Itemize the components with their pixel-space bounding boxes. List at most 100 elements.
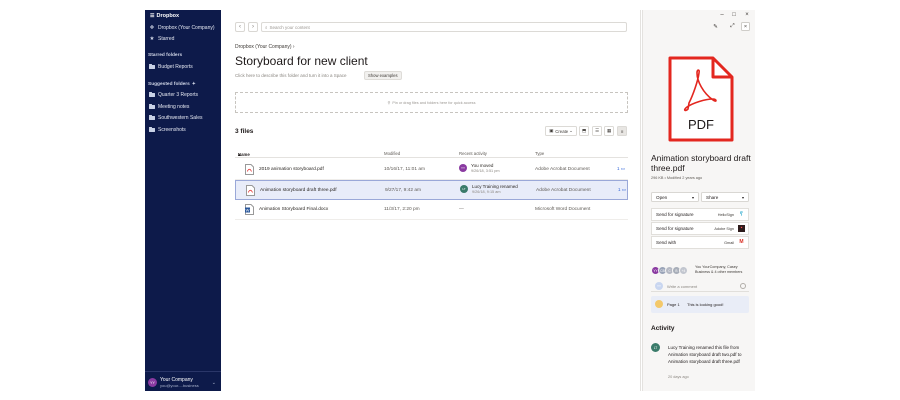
table-row-selected[interactable]: Animation storyboard draft three.pdf 9/2… [235,180,628,200]
folder-icon [149,126,155,133]
avatar: LT [651,343,660,352]
adobe-sign-icon: ▪ [738,225,745,232]
comment-input[interactable]: YY Write a comment [651,281,749,292]
upload-icon: ⬒ [581,128,587,133]
activity-time: 20 days ago [668,375,689,379]
table-header: Name ▴ Modified Recent activity Type [235,150,628,158]
comment-count[interactable]: 1 ▭ [618,187,626,193]
folder-icon [149,91,155,98]
sidebar-item-quarter-3-reports[interactable]: Quarter 3 Reports [149,91,199,98]
account-switcher[interactable]: YY Your Company you@your-...business ⌄ [145,371,221,391]
sidebar-item-label: Quarter 3 Reports [158,92,199,98]
create-button[interactable]: ▣ Create ⌄ [545,126,577,136]
activity-text: Lucy Training renamed [472,184,518,189]
sidebar-item-starred[interactable]: ★ Starred [149,36,175,42]
share-label: Share [706,194,719,200]
sidebar-item-southwestern-sales[interactable]: Southwestern Sales [149,114,202,121]
chevron-down-icon: ▾ [741,195,744,200]
comment-icon: ▭ [620,166,626,171]
list-view-button[interactable]: ☰ [592,126,602,136]
page-title: Storyboard for new client [235,54,368,68]
emoji-icon[interactable] [740,283,746,289]
show-examples-button[interactable]: Show examples [364,71,402,80]
column-type[interactable]: Type [535,151,544,156]
hellosign-icon: Ⲋ [740,211,743,217]
search-input[interactable]: ⌕ Search your content [261,22,627,32]
comment-count[interactable]: 1 ▭ [617,166,625,172]
grid-view-button[interactable]: ▦ [604,126,614,136]
adobe-sign-action[interactable]: Send for signature Adobe Sign ▪ [651,222,749,235]
dropbox-icon: ❖ [149,25,155,31]
avatar [655,300,663,308]
share-dropdown[interactable]: Share ▾ [701,192,749,202]
dropzone-text: Pin or drag files and folders here for q… [392,100,476,105]
minimize-icon[interactable]: – [717,12,727,18]
files-count: 3 files [235,128,254,135]
sidebar-item-label: Dropbox (Your Company) [158,25,215,31]
file-name[interactable]: 2019 animation storyboard.pdf [259,167,324,172]
suggested-folders-heading: Suggested folders ✦ [148,81,196,87]
forward-button[interactable]: › [248,22,258,32]
sidebar-item-meeting-notes[interactable]: Meeting notes [149,103,190,110]
open-dropdown[interactable]: Open ▾ [651,192,699,202]
pin-icon: ⚲ [387,101,391,105]
comment-page: Page 1 [667,302,680,307]
activity-text: Lucy Training renamed this file from Ani… [668,345,742,364]
service-label: Adobe Sign [714,226,734,231]
pin-icon: ✎ [713,23,718,30]
file-meta: 296 KB • Modified 2 years ago [651,176,703,180]
details-view-button[interactable]: ≡ [617,126,627,136]
sidebar-item-dropbox[interactable]: ❖ Dropbox (Your Company) [149,25,215,31]
back-button[interactable]: ‹ [235,22,245,32]
folder-icon [149,114,155,121]
avatar: YY [655,282,663,290]
breadcrumb[interactable]: Dropbox (Your Company) › [235,44,295,50]
column-modified[interactable]: Modified [384,151,400,156]
sidebar-item-budget-reports[interactable]: Budget Reports [149,63,193,70]
gmail-icon: M [739,239,744,245]
breadcrumb-item[interactable]: Dropbox (Your Company) [235,44,292,50]
sort-up-icon: ▴ [238,152,241,157]
pdf-preview-icon: PDF [668,56,734,142]
chevron-down-icon: ⌄ [211,380,216,386]
pin-button[interactable]: ✎ [711,22,720,31]
comment-card[interactable]: Page 1 This is looking good! [651,296,749,313]
hellosign-action[interactable]: Send for signature HelloSign Ⲋ [651,208,749,221]
menu-icon[interactable]: ☰ [150,13,154,19]
member-avatars[interactable]: YY CB C B +4 [651,266,688,277]
sidebar-item-screenshots[interactable]: Screenshots [149,126,186,133]
members-text: You YourCompany, Casey Business & 4 othe… [695,265,743,274]
expand-button[interactable]: ⤢ [728,22,737,31]
close-panel-button[interactable]: × [741,22,750,31]
comment-placeholder: Write a comment [667,284,698,289]
details-icon: ≡ [620,128,624,134]
gmail-action[interactable]: Send with Gmail M [651,236,749,249]
search-icon: ⌕ [265,24,268,30]
table-row[interactable]: W Animation Storyboard Final.docx 11/3/1… [235,200,628,220]
avatar: LT [460,185,468,193]
column-activity[interactable]: Recent activity [459,151,487,156]
file-preview-panel: – □ × ✎ ⤢ × PDF Animation storyboard dra… [642,10,755,391]
sidebar-item-label: Budget Reports [158,64,193,70]
file-modified: 11/3/17, 2:20 pm [384,207,420,212]
table-row[interactable]: 2019 animation storyboard.pdf 10/16/17, … [235,160,628,180]
recent-activity-empty: — [459,207,464,212]
pdf-file-icon [246,185,255,196]
app-header[interactable]: ☰ Dropbox [150,13,179,19]
pin-dropzone[interactable]: ⚲ Pin or drag files and folders here for… [235,92,628,113]
file-name[interactable]: Animation Storyboard Final.docx [259,207,328,212]
maximize-icon[interactable]: □ [729,12,739,18]
sidebar-item-label: Meeting notes [158,104,190,110]
avatar: YY [148,378,157,387]
file-name[interactable]: Animation storyboard draft three.pdf [260,188,337,193]
service-label: Gmail [724,240,734,245]
file-modified: 9/27/17, 9:42 am [385,188,422,193]
close-icon[interactable]: × [742,12,752,18]
chevron-down-icon: ⌄ [569,128,573,133]
service-label: HelloSign [717,212,734,217]
avatar: +4 [679,266,688,275]
upload-button[interactable]: ⬒ [579,126,589,136]
expand-icon: ⤢ [730,23,735,29]
open-label: Open [656,194,668,200]
folder-description[interactable]: Click here to describe this folder and t… [235,73,347,78]
